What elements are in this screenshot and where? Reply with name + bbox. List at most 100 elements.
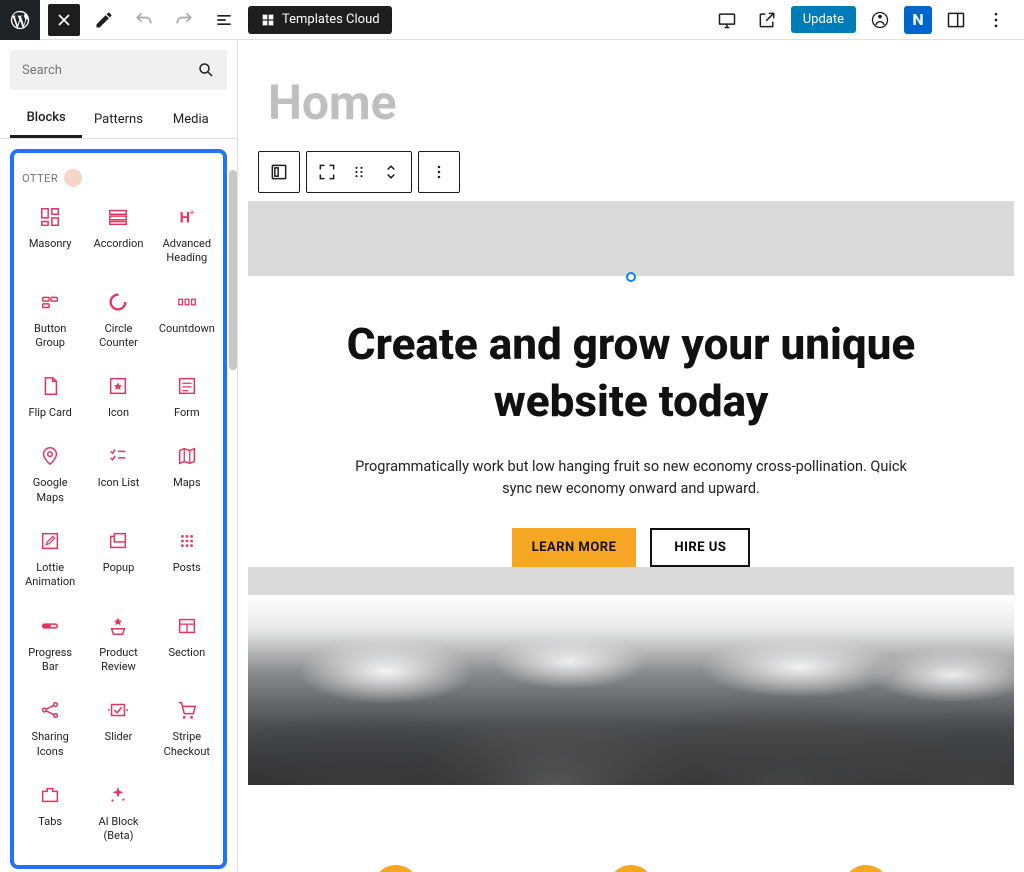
map-icon bbox=[175, 444, 199, 468]
selection-handle[interactable] bbox=[626, 272, 636, 282]
page-title[interactable]: Home bbox=[248, 64, 1014, 151]
tab-blocks[interactable]: Blocks bbox=[10, 100, 82, 138]
block-label: Form bbox=[174, 406, 200, 420]
block-posts[interactable]: Posts bbox=[155, 519, 219, 600]
block-label: Section bbox=[168, 646, 205, 660]
block-search[interactable] bbox=[10, 50, 227, 90]
block-button-group[interactable]: Button Group bbox=[18, 280, 82, 361]
tab-patterns[interactable]: Patterns bbox=[82, 100, 154, 138]
star-box-icon bbox=[106, 374, 130, 398]
block-toolbar bbox=[258, 151, 1014, 193]
block-label: Icon List bbox=[98, 476, 140, 490]
star-basket-icon bbox=[106, 614, 130, 638]
btns-icon bbox=[38, 290, 62, 314]
block-advanced-heading[interactable]: H+Advanced Heading bbox=[155, 195, 219, 276]
bar-icon bbox=[38, 614, 62, 638]
block-slider[interactable]: Slider bbox=[86, 688, 150, 769]
fullscreen-icon[interactable] bbox=[313, 158, 341, 186]
dots-grid-icon bbox=[175, 529, 199, 553]
block-label: Countdown bbox=[159, 322, 215, 336]
block-options-button[interactable] bbox=[425, 158, 453, 186]
templates-label: Templates Cloud bbox=[282, 12, 380, 27]
block-icon[interactable]: Icon bbox=[86, 364, 150, 430]
block-icon-list[interactable]: Icon List bbox=[86, 434, 150, 515]
otter-badge-icon bbox=[64, 169, 82, 187]
block-product-review[interactable]: Product Review bbox=[86, 604, 150, 685]
hero-paragraph[interactable]: Programmatically work but low hanging fr… bbox=[351, 456, 911, 500]
share-icon bbox=[38, 698, 62, 722]
sidebar-toggle-button[interactable] bbox=[940, 4, 972, 36]
block-ai-block-beta-[interactable]: AI Block (Beta) bbox=[86, 773, 150, 854]
block-label: Tabs bbox=[38, 815, 62, 829]
wordpress-logo[interactable] bbox=[0, 0, 40, 40]
templates-cloud-button[interactable]: Templates Cloud bbox=[248, 6, 392, 34]
otter-section-title: OTTER bbox=[14, 161, 223, 191]
scrollbar-thumb[interactable] bbox=[229, 170, 237, 370]
jetpack-icon[interactable] bbox=[864, 4, 896, 36]
hire-us-button[interactable]: HIRE US bbox=[650, 528, 750, 567]
block-label: Google Maps bbox=[20, 476, 80, 505]
block-label: Icon bbox=[108, 406, 129, 420]
block-label: Button Group bbox=[20, 322, 80, 351]
block-label: Progress Bar bbox=[20, 646, 80, 675]
learn-more-button[interactable]: LEARN MORE bbox=[512, 528, 637, 567]
redo-button[interactable] bbox=[168, 4, 200, 36]
close-inserter-button[interactable] bbox=[48, 4, 80, 36]
popup-icon bbox=[106, 529, 130, 553]
hero-heading[interactable]: Create and grow your unique website toda… bbox=[278, 316, 984, 430]
block-countdown[interactable]: Countdown bbox=[155, 280, 219, 361]
view-desktop-button[interactable] bbox=[711, 4, 743, 36]
block-label: Slider bbox=[105, 730, 133, 744]
search-input[interactable] bbox=[22, 63, 197, 78]
neve-badge[interactable]: N bbox=[904, 6, 932, 34]
block-type-icon[interactable] bbox=[265, 158, 293, 186]
move-arrows-icon[interactable] bbox=[377, 158, 405, 186]
feature-bolt-icon bbox=[843, 865, 889, 872]
pin-icon bbox=[38, 444, 62, 468]
tab-media[interactable]: Media bbox=[155, 100, 227, 138]
external-link-button[interactable] bbox=[751, 4, 783, 36]
svg-text:H: H bbox=[179, 209, 189, 227]
block-popup[interactable]: Popup bbox=[86, 519, 150, 600]
block-label: Flip Card bbox=[29, 406, 72, 420]
block-sharing-icons[interactable]: Sharing Icons bbox=[18, 688, 82, 769]
block-label: Masonry bbox=[29, 237, 72, 251]
list-check-icon bbox=[106, 444, 130, 468]
h-plus-icon: H+ bbox=[175, 205, 199, 229]
options-button[interactable] bbox=[980, 4, 1012, 36]
document-overview-button[interactable] bbox=[208, 4, 240, 36]
hero-section-block[interactable]: Create and grow your unique website toda… bbox=[248, 201, 1014, 785]
block-label: Sharing Icons bbox=[20, 730, 80, 759]
block-lottie-animation[interactable]: Lottie Animation bbox=[18, 519, 82, 600]
section-icon bbox=[175, 614, 199, 638]
block-label: Circle Counter bbox=[88, 322, 148, 351]
edit-icon[interactable] bbox=[88, 4, 120, 36]
circle-icon bbox=[106, 290, 130, 314]
tabs-icon bbox=[38, 783, 62, 807]
segments-icon bbox=[175, 290, 199, 314]
feature-diamond-icon bbox=[608, 865, 654, 872]
slider-icon bbox=[106, 698, 130, 722]
block-accordion[interactable]: Accordion bbox=[86, 195, 150, 276]
block-section[interactable]: Section bbox=[155, 604, 219, 685]
block-tabs[interactable]: Tabs bbox=[18, 773, 82, 854]
block-masonry[interactable]: Masonry bbox=[18, 195, 82, 276]
block-label: Posts bbox=[173, 561, 201, 575]
drag-handle-icon[interactable] bbox=[345, 158, 373, 186]
feature-check-icon bbox=[373, 865, 419, 872]
block-stripe-checkout[interactable]: Stripe Checkout bbox=[155, 688, 219, 769]
block-progress-bar[interactable]: Progress Bar bbox=[18, 604, 82, 685]
block-form[interactable]: Form bbox=[155, 364, 219, 430]
block-google-maps[interactable]: Google Maps bbox=[18, 434, 82, 515]
block-flip-card[interactable]: Flip Card bbox=[18, 364, 82, 430]
block-label: AI Block (Beta) bbox=[88, 815, 148, 844]
block-maps[interactable]: Maps bbox=[155, 434, 219, 515]
grid-icon bbox=[38, 205, 62, 229]
features-row[interactable] bbox=[248, 815, 1014, 872]
block-label: Product Review bbox=[88, 646, 148, 675]
cart-icon bbox=[175, 698, 199, 722]
update-button[interactable]: Update bbox=[791, 6, 856, 33]
block-label: Maps bbox=[173, 476, 200, 490]
undo-button[interactable] bbox=[128, 4, 160, 36]
block-circle-counter[interactable]: Circle Counter bbox=[86, 280, 150, 361]
